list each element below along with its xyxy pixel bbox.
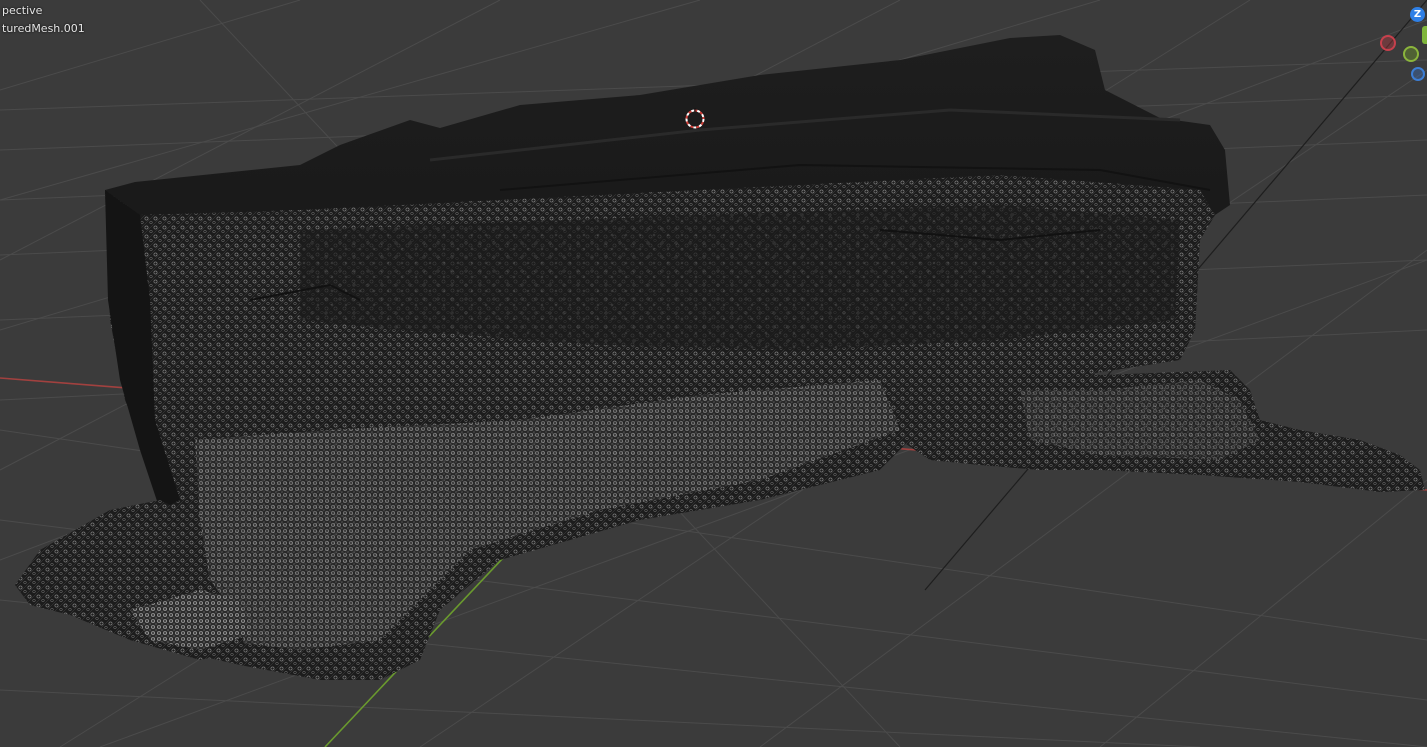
- view-mode-label: pective: [2, 4, 43, 17]
- navigation-gizmo[interactable]: Z: [1370, 0, 1427, 90]
- gizmo-y-axis-button[interactable]: [1422, 26, 1427, 44]
- gizmo-neg-x-axis-button[interactable]: [1380, 35, 1396, 51]
- gizmo-neg-y-axis-button[interactable]: [1403, 46, 1419, 62]
- scene-canvas[interactable]: [0, 0, 1427, 747]
- 3d-viewport[interactable]: pective turedMesh.001 Z: [0, 0, 1427, 747]
- gizmo-neg-z-axis-button[interactable]: [1411, 67, 1425, 81]
- 3d-cursor-icon[interactable]: [684, 108, 706, 130]
- active-object-label: turedMesh.001: [2, 22, 85, 35]
- gizmo-z-axis-button[interactable]: Z: [1410, 7, 1425, 22]
